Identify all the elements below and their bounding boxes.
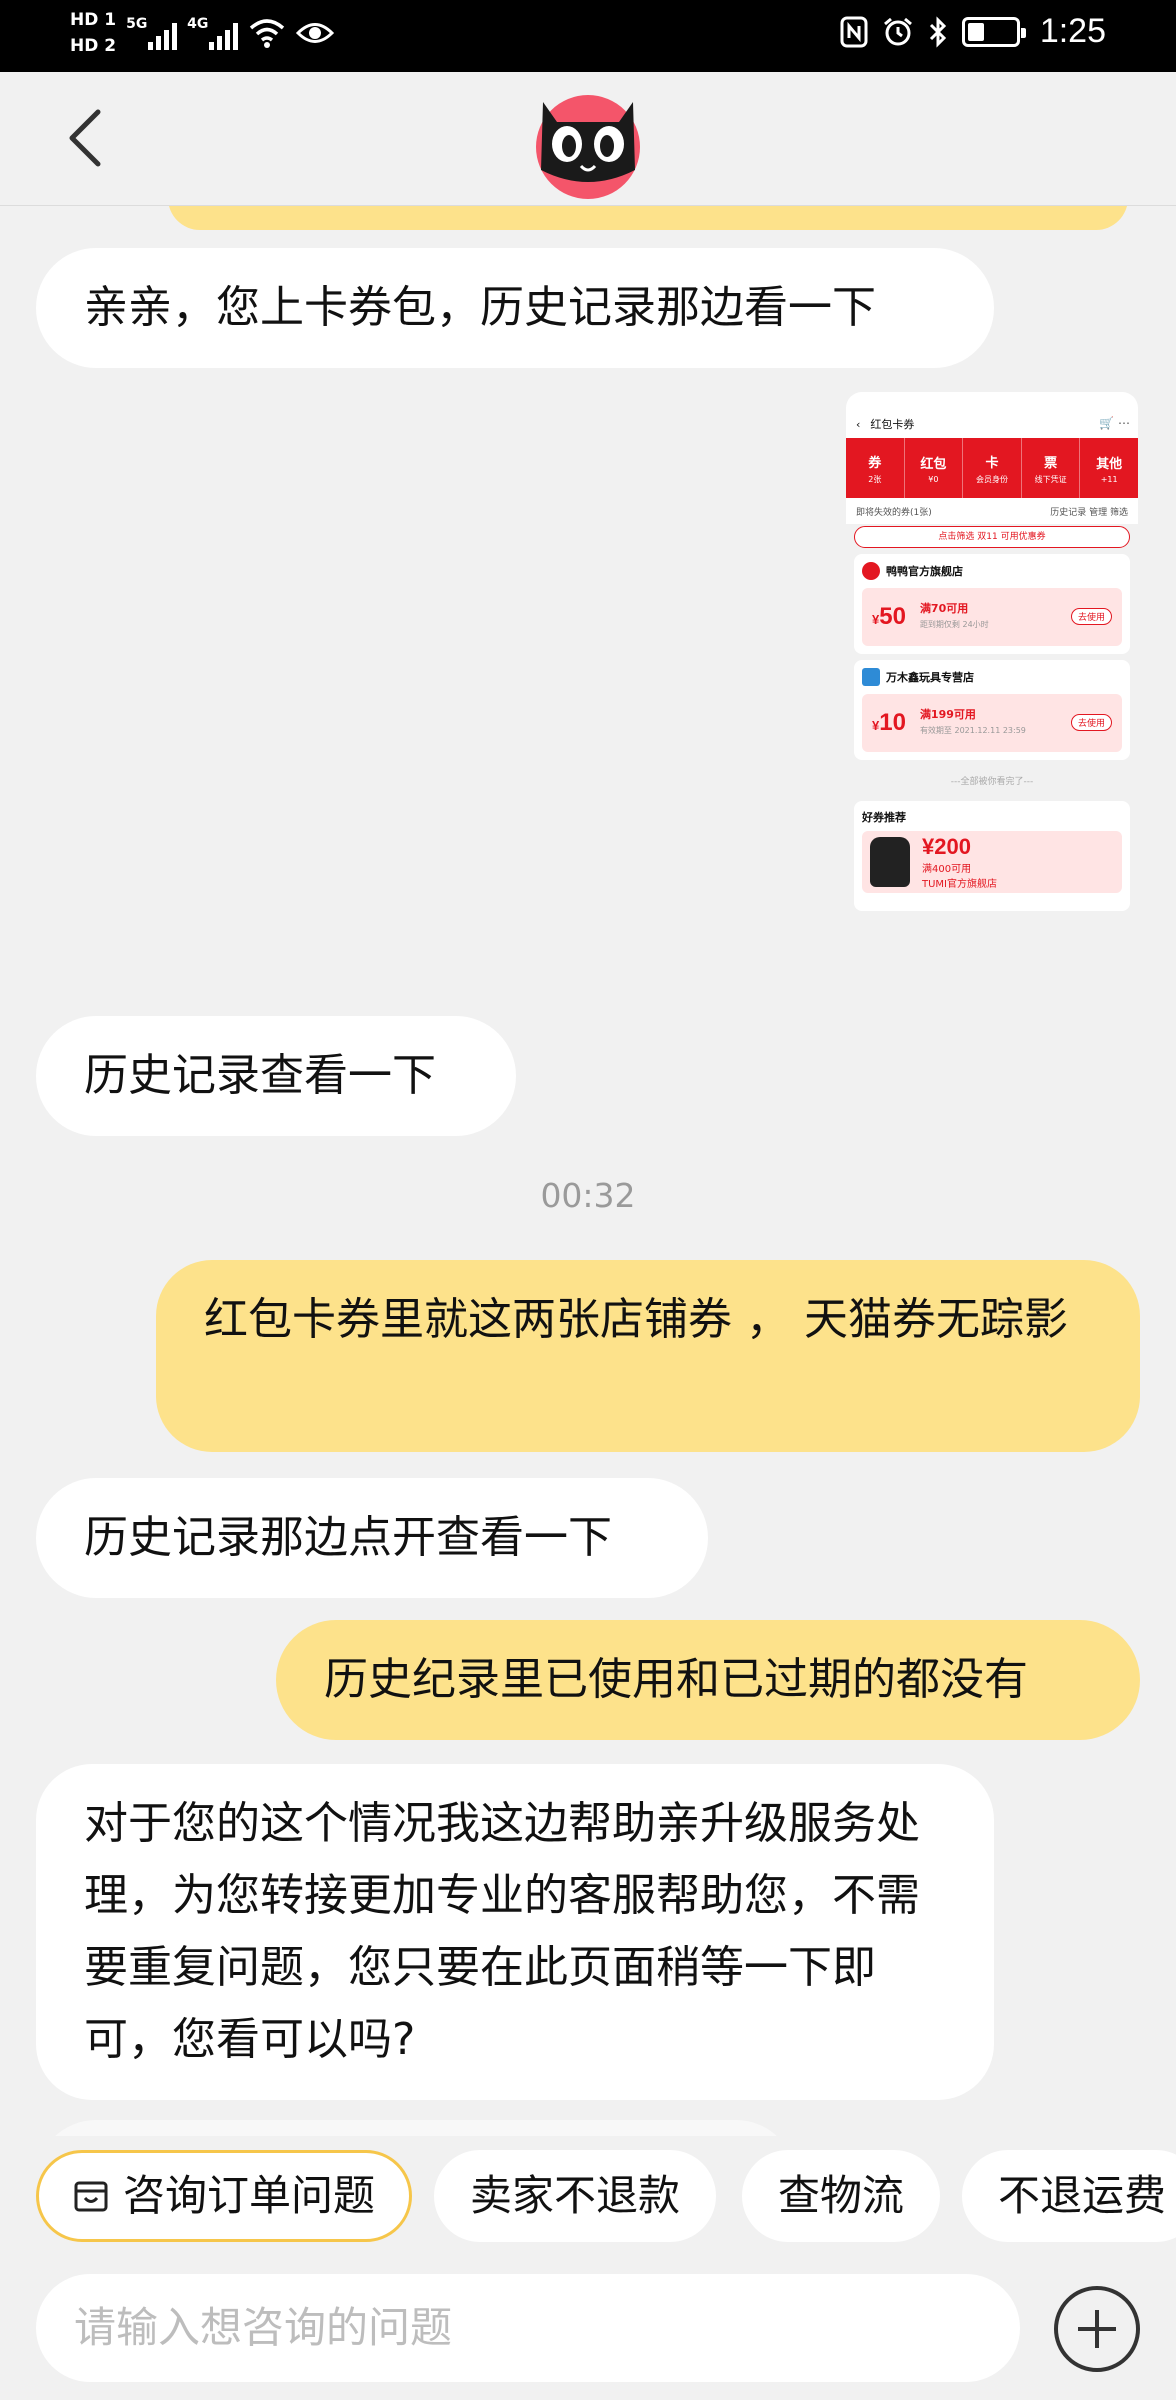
thumb-tab: 其他 +11 <box>1096 456 1123 484</box>
quick-reply-chip[interactable]: 咨询订单问题 <box>36 2150 413 2242</box>
nfc-icon <box>840 16 868 47</box>
clock: 1:25 <box>1039 12 1106 50</box>
hd1-label: HD 1 <box>70 10 117 30</box>
signal-5g-icon: 5G <box>126 16 178 50</box>
thumb-coupon-card: 鸭鸭官方旗舰店 ¥50 满70可用 距到期仅剩 24小时 去使用 <box>854 554 1130 654</box>
thumb-tab: 卡会员身份 <box>963 438 1022 498</box>
hd-indicator: HD 1 HD 2 <box>70 8 116 58</box>
thumb-filter-pill: 点击筛选 双11 可用优惠券 <box>854 526 1130 548</box>
chip-label: 不退运费 <box>998 2171 1167 2220</box>
chat-header <box>0 72 1176 206</box>
agent-message[interactable]: 对于您的这个情况我这边帮助亲升级服务处理，为您转接更加专业的客服帮助您，不需要重… <box>36 1764 994 2100</box>
plus-circle-icon[interactable] <box>1054 2286 1140 2372</box>
screenshot-image-message[interactable]: ‹ 红包卡券 🛒 ⋯ 券 2张 红包 ¥0 卡会员身份 票线下凭证 其他 +11 即将… <box>846 392 1138 992</box>
thumb-status-bar <box>846 392 1138 410</box>
agent-message[interactable]: 历史记录查看一下 <box>36 1016 516 1136</box>
message-text: 红包卡券里就这两张店铺券 ， 天猫券无踪影 <box>204 1294 1068 1345</box>
quick-reply-bar: 咨询订单问题 卖家不退款 查物流 不退运费 <box>0 2136 1176 2256</box>
chat-area[interactable]: 亲亲，您上卡券包，历史记录那边看一下 ‹ 红包卡券 🛒 ⋯ 券 2张 红包 ¥0 卡… <box>0 206 1176 2136</box>
bluetooth-icon <box>929 15 946 48</box>
hd2-label: HD 2 <box>70 36 117 56</box>
user-message[interactable]: 历史纪录里已使用和已过期的都没有 <box>276 1620 1140 1740</box>
order-icon <box>74 2181 108 2212</box>
thumb-title-bar: ‹ 红包卡券 🛒 ⋯ <box>846 410 1138 438</box>
status-left: HD 1 HD 2 5G 4G <box>70 8 335 58</box>
message-text: 历史记录那边点开查看一下 <box>84 1512 612 1563</box>
thumb-recommend: 好券推荐 ¥200 满400可用 TUMI官方旗舰店 <box>854 801 1130 911</box>
thumb-cart-icon: 🛒 ⋯ <box>1099 416 1130 430</box>
message-text: 历史记录查看一下 <box>84 1050 436 1101</box>
input-placeholder: 请输入想咨询的问题 <box>74 2303 453 2352</box>
battery-icon <box>961 16 1026 47</box>
message-text: 亲亲，您上卡券包，历史记录那边看一下 <box>84 282 876 333</box>
thumb-filter-row: 即将失效的券(1张) 历史记录 管理 筛选 <box>846 498 1138 524</box>
status-right: 1:25 <box>840 12 1106 51</box>
backpack-image <box>870 837 910 887</box>
signal-4g-icon: 4G <box>187 16 239 50</box>
thumb-tabs: 券 2张 红包 ¥0 卡会员身份 票线下凭证 其他 +11 <box>846 438 1138 498</box>
tmall-cat-avatar[interactable] <box>523 82 653 200</box>
chevron-left-icon[interactable] <box>58 102 118 174</box>
agent-message[interactable]: 历史记录那边点开查看一下 <box>36 1478 708 1598</box>
question-input[interactable]: 请输入想咨询的问题 <box>36 2274 1020 2382</box>
battery-level <box>967 22 984 41</box>
thumb-tab: 票线下凭证 <box>1022 438 1081 498</box>
user-message[interactable]: 红包卡券里就这两张店铺券 ， 天猫券无踪影 <box>156 1260 1140 1452</box>
quick-reply-chip[interactable]: 查物流 <box>742 2150 941 2242</box>
partial-user-bubble <box>168 206 1128 230</box>
net1-label: 5G <box>126 16 148 32</box>
net2-label: 4G <box>187 16 209 32</box>
eye-icon <box>296 23 335 43</box>
thumb-end-text: ---全部被你看完了--- <box>950 777 1034 787</box>
partial-agent-message <box>36 2120 796 2136</box>
quick-reply-chip[interactable]: 不退运费 <box>962 2150 1176 2242</box>
thumb-title: 红包卡券 <box>870 418 915 431</box>
wifi-icon <box>249 19 285 48</box>
chip-label: 卖家不退款 <box>470 2171 681 2220</box>
message-text: 对于您的这个情况我这边帮助亲升级服务处理，为您转接更加专业的客服帮助您，不需要重… <box>84 1798 920 2065</box>
thumb-coupon-card: 万木鑫玩具专营店 ¥10 满199可用 有效期至 2021.12.11 23:59… <box>854 660 1130 760</box>
agent-message[interactable]: 亲亲，您上卡券包，历史记录那边看一下 <box>36 248 994 368</box>
status-bar: HD 1 HD 2 5G 4G 1:25 <box>0 0 1176 72</box>
alarm-icon <box>883 17 912 45</box>
thumb-tab: 红包 ¥0 <box>905 438 964 498</box>
message-text: 历史纪录里已使用和已过期的都没有 <box>324 1654 1028 1705</box>
message-timestamp: 00:32 <box>540 1176 636 1215</box>
thumb-back-icon: ‹ <box>856 417 861 431</box>
thumb-tab: 券 2张 <box>846 438 905 498</box>
chip-label: 咨询订单问题 <box>123 2171 376 2220</box>
quick-reply-chip[interactable]: 卖家不退款 <box>434 2150 717 2242</box>
chip-label: 查物流 <box>778 2171 905 2220</box>
